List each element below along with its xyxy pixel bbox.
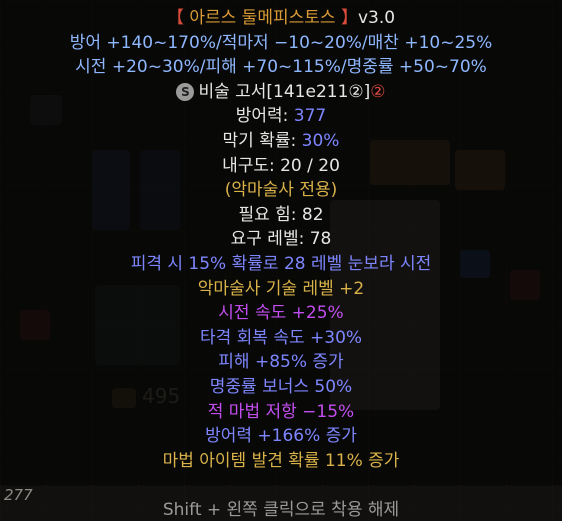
mod-line: 적 마법 저항 −15% [207,401,355,422]
tooltip-lines: 【 아르스 둘메피스토스 】v3.0 방어 +140~170%/적마저 −10~… [0,6,562,473]
level-requirement: 요구 레벨: 78 [230,229,332,250]
defense-value: 377 [293,106,327,127]
unequip-hint: Shift + 왼쪽 클릭으로 착용 해제 [162,500,400,520]
rune-s-icon: S [176,82,195,101]
block-line: 막기 확률: 30% [0,129,562,154]
block-value: 30% [301,130,340,151]
title-bracket-close: 】 [340,8,358,28]
mod-line: 타격 회복 속도 +30% [199,327,363,348]
mod-line: 방어력 +166% 증가 [205,426,357,447]
durability-line: 내구도: 20 / 20 [222,155,340,176]
defense-label: 방어력: [235,106,294,127]
header-stat-line: 시전 +20~30%/피해 +70~115%/명중률 +50~70% [75,57,487,78]
strength-requirement: 필요 힘: 82 [238,204,324,225]
item-name: 아르스 둘메피스토스 [183,8,341,28]
mod-line: 마법 아이템 발견 확률 11% 증가 [162,450,400,471]
title-bracket-open: 【 [166,8,184,28]
base-tier: ② [370,81,386,102]
item-version: v3.0 [357,8,396,28]
header-stat-line: 방어 +140~170%/적마저 −10~20%/매찬 +10~25% [69,32,493,53]
mod-line: 시전 속도 +25% [218,303,344,324]
base-name: 비술 고서[141e211②] [198,81,371,102]
mod-line: 악마술사 기술 레벨 +2 [197,278,365,299]
item-base: S 비술 고서[141e211②]② [0,80,562,105]
mod-line: 피해 +85% 증가 [218,352,344,373]
mod-line: 명중률 보너스 50% [209,376,353,397]
defense-line: 방어력: 377 [0,104,562,129]
item-title: 【 아르스 둘메피스토스 】v3.0 [0,6,562,31]
item-tooltip: 【 아르스 둘메피스토스 】v3.0 방어 +140~170%/적마저 −10~… [0,0,562,485]
block-label: 막기 확률: [222,130,302,151]
class-requirement: (악마술사 전용) [224,180,338,201]
mod-line: 피격 시 15% 확률로 28 레벨 눈보라 시전 [130,253,432,274]
